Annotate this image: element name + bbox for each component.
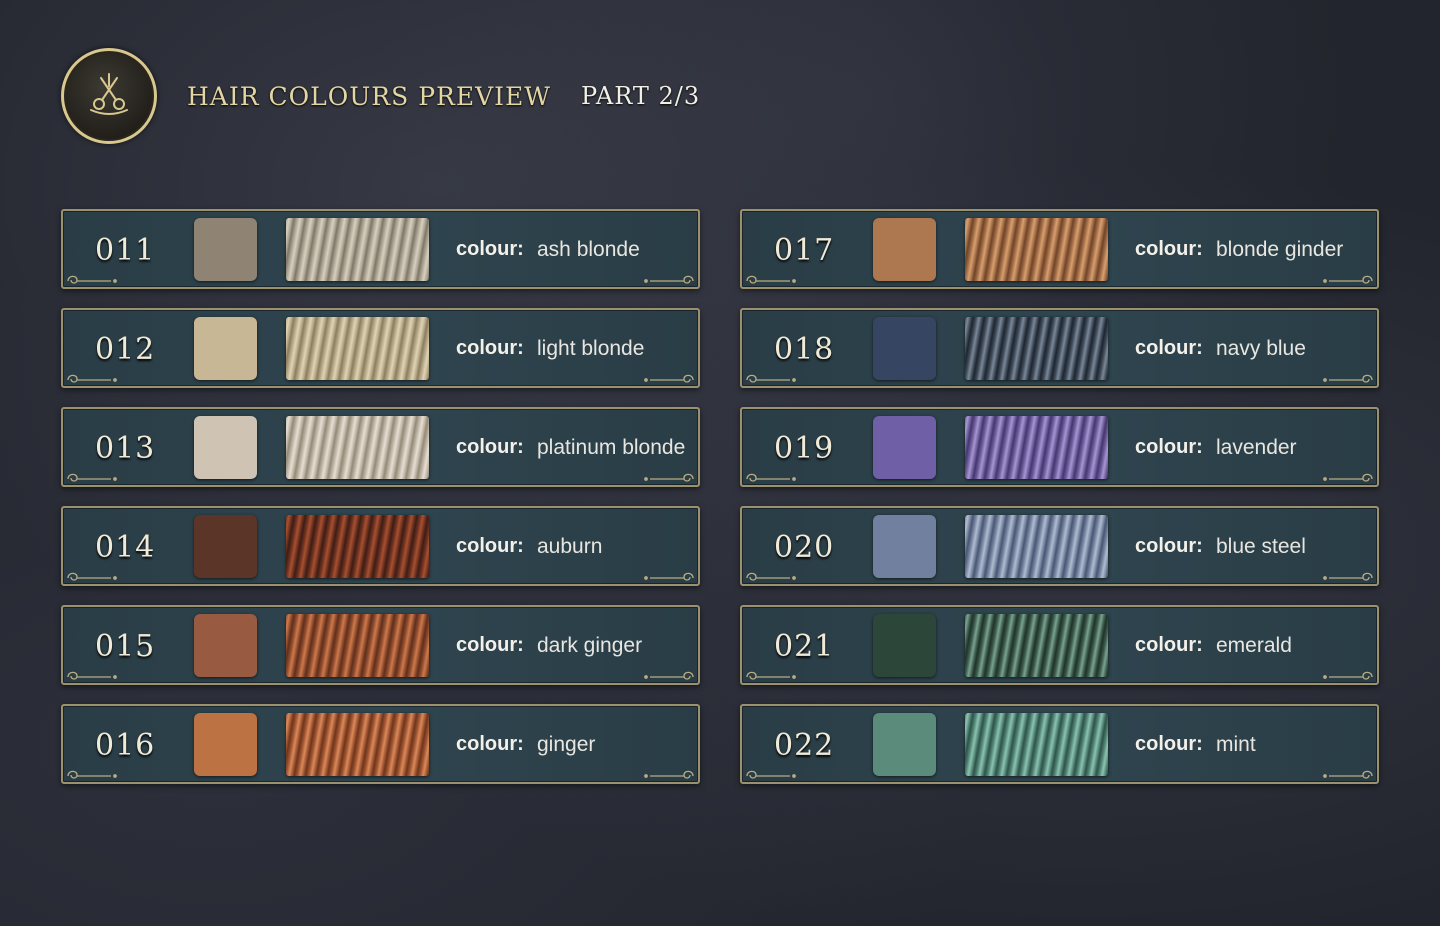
corner-ornament-icon — [1323, 374, 1373, 383]
corner-ornament-icon — [746, 671, 796, 680]
colour-label: colour: — [1135, 534, 1203, 557]
hair-preview-image — [965, 317, 1108, 380]
colour-card-014[interactable]: 014 colour: auburn — [61, 506, 700, 586]
corner-ornament-icon — [1323, 275, 1373, 284]
colour-label: colour: — [456, 732, 524, 755]
corner-ornament-icon — [746, 473, 796, 482]
colour-label: colour: — [1135, 435, 1203, 458]
colour-swatch — [194, 416, 257, 479]
corner-ornament-icon — [67, 671, 117, 680]
hair-preview-image — [965, 515, 1108, 578]
colour-swatch — [194, 515, 257, 578]
colour-label: colour: — [1135, 633, 1203, 656]
colour-card-021[interactable]: 021 colour: emerald — [740, 605, 1379, 685]
corner-ornament-icon — [1323, 572, 1373, 581]
hair-preview-image — [286, 515, 429, 578]
colour-swatch — [194, 218, 257, 281]
corner-ornament-icon — [746, 572, 796, 581]
corner-ornament-icon — [644, 671, 694, 680]
corner-ornament-icon — [746, 374, 796, 383]
colour-label: colour: — [1135, 237, 1203, 260]
colour-label: colour: — [456, 336, 524, 359]
emblem-badge — [61, 48, 157, 144]
colour-card-012[interactable]: 012 colour: light blonde — [61, 308, 700, 388]
colour-label: colour: — [456, 534, 524, 557]
hair-preview-image — [286, 614, 429, 677]
colour-card-013[interactable]: 013 colour: platinum blonde — [61, 407, 700, 487]
corner-ornament-icon — [1323, 770, 1373, 779]
hair-preview-image — [286, 218, 429, 281]
colour-label: colour: — [456, 237, 524, 260]
corner-ornament-icon — [644, 275, 694, 284]
colour-swatch — [873, 713, 936, 776]
part-indicator: PART 2/3 — [580, 82, 701, 110]
corner-ornament-icon — [67, 473, 117, 482]
hair-preview-image — [286, 416, 429, 479]
colour-card-011[interactable]: 011 colour: ash blonde — [61, 209, 700, 289]
colour-swatch — [873, 614, 936, 677]
colour-swatch — [873, 218, 936, 281]
hair-preview-image — [965, 614, 1108, 677]
colour-label: colour: — [1135, 732, 1203, 755]
corner-ornament-icon — [67, 275, 117, 284]
header: HAIR COLOURS PREVIEW PART 2/3 — [61, 48, 701, 144]
colour-label: colour: — [456, 435, 524, 458]
hair-preview-image — [286, 317, 429, 380]
corner-ornament-icon — [644, 572, 694, 581]
corner-ornament-icon — [1323, 473, 1373, 482]
corner-ornament-icon — [746, 275, 796, 284]
scissors-comb-icon — [90, 73, 128, 115]
corner-ornament-icon — [1323, 671, 1373, 680]
colour-card-018[interactable]: 018 colour: navy blue — [740, 308, 1379, 388]
colour-swatch — [194, 713, 257, 776]
hair-preview-image — [965, 416, 1108, 479]
colour-card-022[interactable]: 022 colour: mint — [740, 704, 1379, 784]
hair-preview-image — [965, 713, 1108, 776]
colour-swatch — [873, 416, 936, 479]
page-title: HAIR COLOURS PREVIEW — [187, 81, 551, 111]
corner-ornament-icon — [67, 572, 117, 581]
corner-ornament-icon — [644, 473, 694, 482]
colour-swatch — [194, 317, 257, 380]
corner-ornament-icon — [67, 770, 117, 779]
colour-swatch — [873, 515, 936, 578]
corner-ornament-icon — [746, 770, 796, 779]
hair-preview-image — [286, 713, 429, 776]
colour-swatch — [873, 317, 936, 380]
colour-card-019[interactable]: 019 colour: lavender — [740, 407, 1379, 487]
colour-card-015[interactable]: 015 colour: dark ginger — [61, 605, 700, 685]
hair-preview-image — [965, 218, 1108, 281]
colour-card-017[interactable]: 017 colour: blonde ginder — [740, 209, 1379, 289]
colour-swatch — [194, 614, 257, 677]
colour-label: colour: — [1135, 336, 1203, 359]
colour-label: colour: — [456, 633, 524, 656]
colour-card-020[interactable]: 020 colour: blue steel — [740, 506, 1379, 586]
corner-ornament-icon — [644, 374, 694, 383]
corner-ornament-icon — [644, 770, 694, 779]
corner-ornament-icon — [67, 374, 117, 383]
colour-card-016[interactable]: 016 colour: ginger — [61, 704, 700, 784]
